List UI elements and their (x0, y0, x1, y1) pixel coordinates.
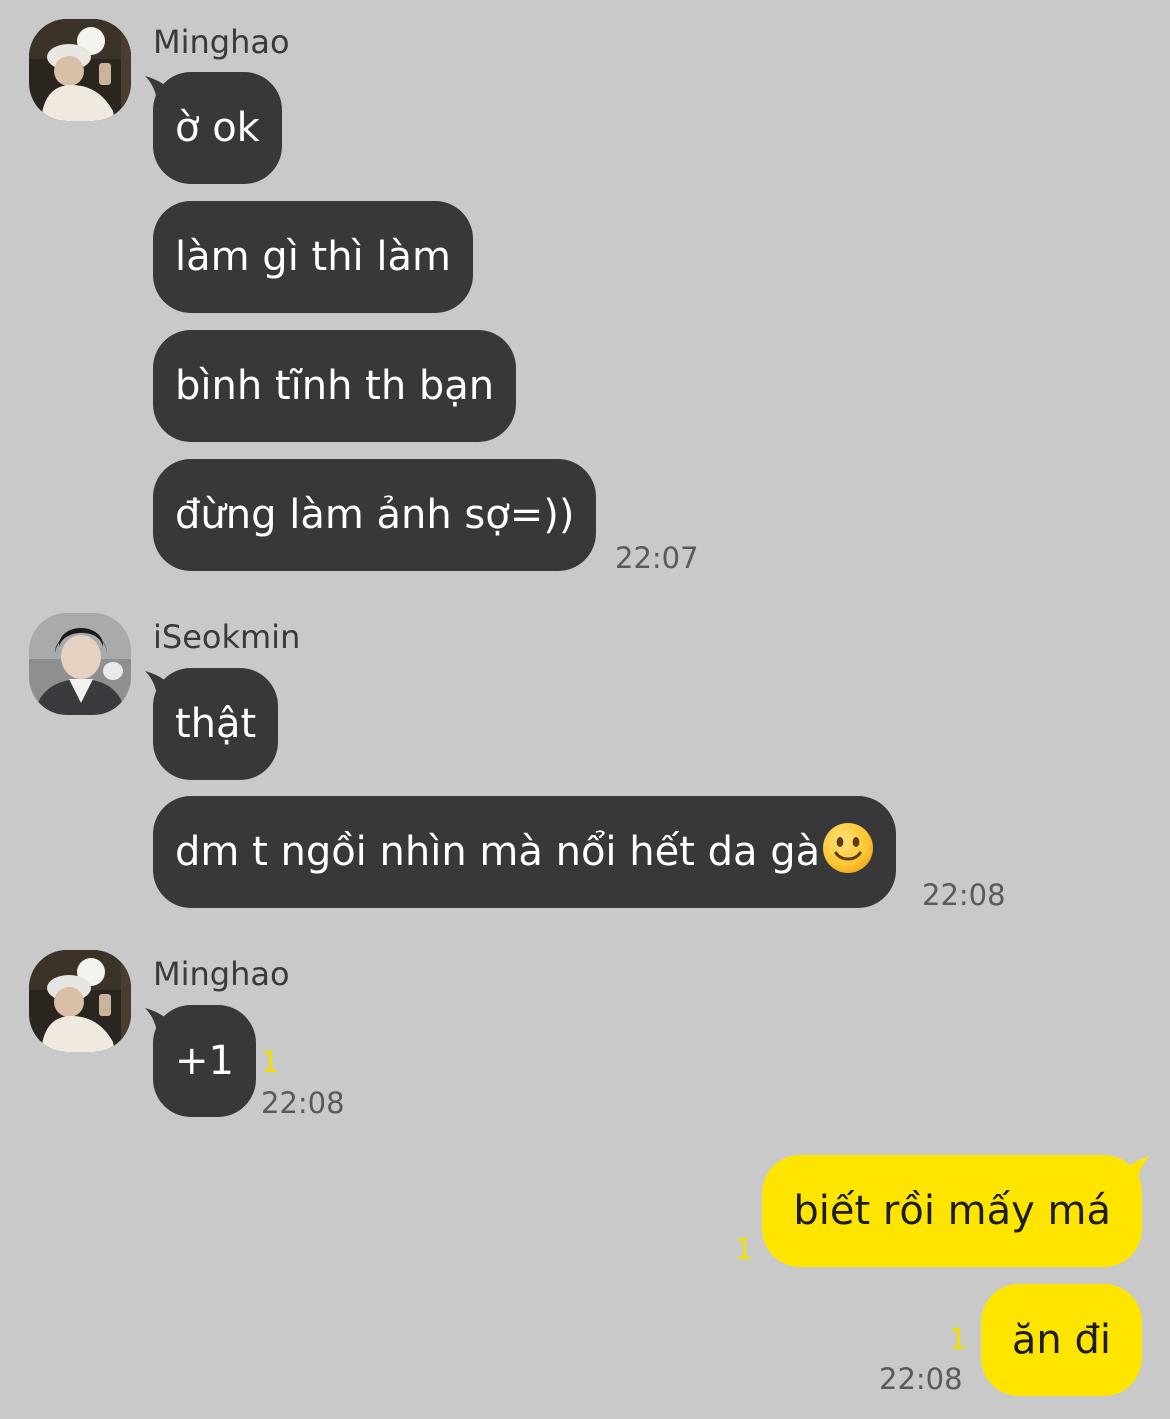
sender-name: Minghao (153, 23, 290, 61)
message-bubble[interactable]: thật (153, 668, 279, 780)
minghao-avatar[interactable] (29, 950, 131, 1052)
iseokmin-avatar[interactable] (29, 613, 131, 715)
sender-name: iSeokmin (153, 618, 301, 656)
message-time: 22:08 (879, 1362, 963, 1396)
chat-transcript: Minghao ờ ok làm gì thì làm bình tĩnh th… (0, 0, 1170, 1419)
message-time: 22:07 (615, 541, 699, 575)
unread-count: 1 (261, 1045, 280, 1079)
sender-name: Minghao (153, 955, 290, 993)
unread-count: 1 (949, 1322, 968, 1356)
unread-count: 1 (735, 1232, 754, 1266)
message-bubble[interactable]: ờ ok (153, 72, 282, 184)
message-bubble[interactable]: +1 (153, 1005, 256, 1117)
slightly-smiling-face-icon (822, 822, 874, 874)
message-bubble[interactable]: dm t ngồi nhìn mà nổi hết da gà (153, 796, 897, 908)
message-time: 22:08 (922, 878, 1006, 912)
message-bubble[interactable]: ăn đi (980, 1284, 1142, 1396)
message-bubble[interactable]: biết rồi mấy má (762, 1155, 1142, 1267)
message-text: dm t ngồi nhìn mà nổi hết da gà (175, 829, 821, 875)
message-bubble[interactable]: làm gì thì làm (153, 201, 473, 313)
message-time: 22:08 (261, 1086, 345, 1120)
minghao-avatar[interactable] (29, 19, 131, 121)
message-bubble[interactable]: bình tĩnh th bạn (153, 330, 517, 442)
message-bubble[interactable]: đừng làm ảnh sợ=)) (153, 459, 597, 571)
